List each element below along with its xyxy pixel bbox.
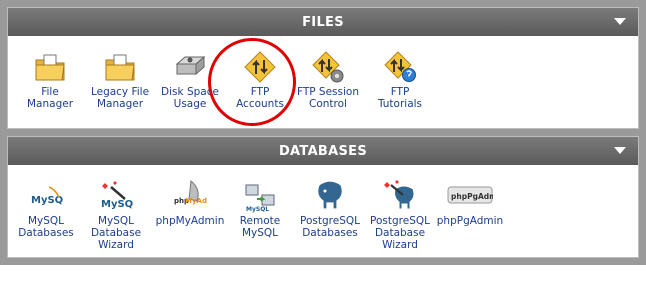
folder-legacy-icon bbox=[105, 54, 135, 81]
item-label: phpPgAdmin bbox=[436, 215, 504, 227]
postgresql-database-wizard-link[interactable]: PostgreSQL Database Wizard bbox=[364, 179, 436, 251]
item-label: MySQL Databases bbox=[18, 215, 74, 239]
disk-drive-icon bbox=[175, 55, 206, 76]
phppgadmin-logo-icon: phpPgAdmin bbox=[447, 186, 493, 204]
file-manager-link[interactable]: File Manager bbox=[14, 50, 86, 110]
legacy-file-manager-link[interactable]: Legacy File Manager bbox=[84, 50, 156, 110]
remote-mysql-icon: MySQL bbox=[245, 184, 275, 213]
ftp-session-control-link[interactable]: FTP Session Control bbox=[292, 50, 364, 110]
ftp-tutorials-icon bbox=[384, 51, 416, 82]
folder-file-manager-icon bbox=[35, 54, 65, 81]
ftp-tutorials-link[interactable]: FTP Tutorials bbox=[364, 50, 436, 110]
databases-panel: DATABASES MySQL MySQL Databases MySQL My… bbox=[7, 136, 639, 258]
postgresql-wizard-icon bbox=[384, 180, 415, 210]
item-label: Legacy File Manager bbox=[90, 86, 150, 110]
highlight-circle bbox=[208, 38, 296, 126]
phppgadmin-logo-text: phpPgAdmin bbox=[451, 192, 493, 201]
mysql-databases-link[interactable]: MySQL MySQL Databases bbox=[10, 179, 82, 239]
phppgadmin-link[interactable]: phpPgAdmin phpPgAdmin bbox=[434, 179, 506, 227]
files-panel-header[interactable]: FILES bbox=[8, 8, 638, 36]
mysql-logo-text: MySQL bbox=[101, 199, 133, 210]
files-panel-title: FILES bbox=[302, 14, 344, 30]
mysql-wizard-icon: MySQL bbox=[101, 181, 133, 210]
item-label: FTP Session Control bbox=[296, 86, 359, 110]
item-label: PostgreSQL Databases bbox=[300, 215, 360, 239]
item-label: phpMyAdmin bbox=[155, 215, 225, 227]
databases-panel-title: DATABASES bbox=[278, 143, 368, 159]
mysql-database-wizard-link[interactable]: MySQL MySQL Database Wizard bbox=[80, 179, 152, 251]
chevron-down-icon[interactable] bbox=[614, 18, 626, 25]
item-label: File Manager bbox=[26, 86, 74, 110]
files-panel: FILES File Manager Legacy File Manager D… bbox=[7, 7, 639, 129]
item-label: FTP Tutorials bbox=[377, 86, 423, 110]
chevron-down-icon[interactable] bbox=[614, 147, 626, 154]
postgresql-elephant-icon bbox=[317, 180, 343, 210]
mysql-logo-icon: MySQL bbox=[31, 186, 63, 206]
databases-panel-header[interactable]: DATABASES bbox=[8, 137, 638, 165]
postgresql-databases-link[interactable]: PostgreSQL Databases bbox=[294, 179, 366, 239]
phpmyadmin-link[interactable]: php MyAdmin phpMyAdmin bbox=[154, 179, 226, 227]
phpmyadmin-logo-icon: php MyAdmin bbox=[174, 180, 207, 205]
mysql-logo-text: MySQL bbox=[246, 206, 269, 213]
remote-mysql-link[interactable]: MySQL Remote MySQL bbox=[224, 179, 296, 239]
item-label: PostgreSQL Database Wizard bbox=[370, 215, 430, 251]
item-label: MySQL Database Wizard bbox=[90, 215, 142, 251]
cpanel-frame: FILES File Manager Legacy File Manager D… bbox=[0, 0, 646, 265]
phpmyadmin-my-text: MyAdmin bbox=[185, 197, 207, 205]
item-label: Remote MySQL bbox=[239, 215, 281, 239]
ftp-session-icon bbox=[312, 51, 344, 83]
